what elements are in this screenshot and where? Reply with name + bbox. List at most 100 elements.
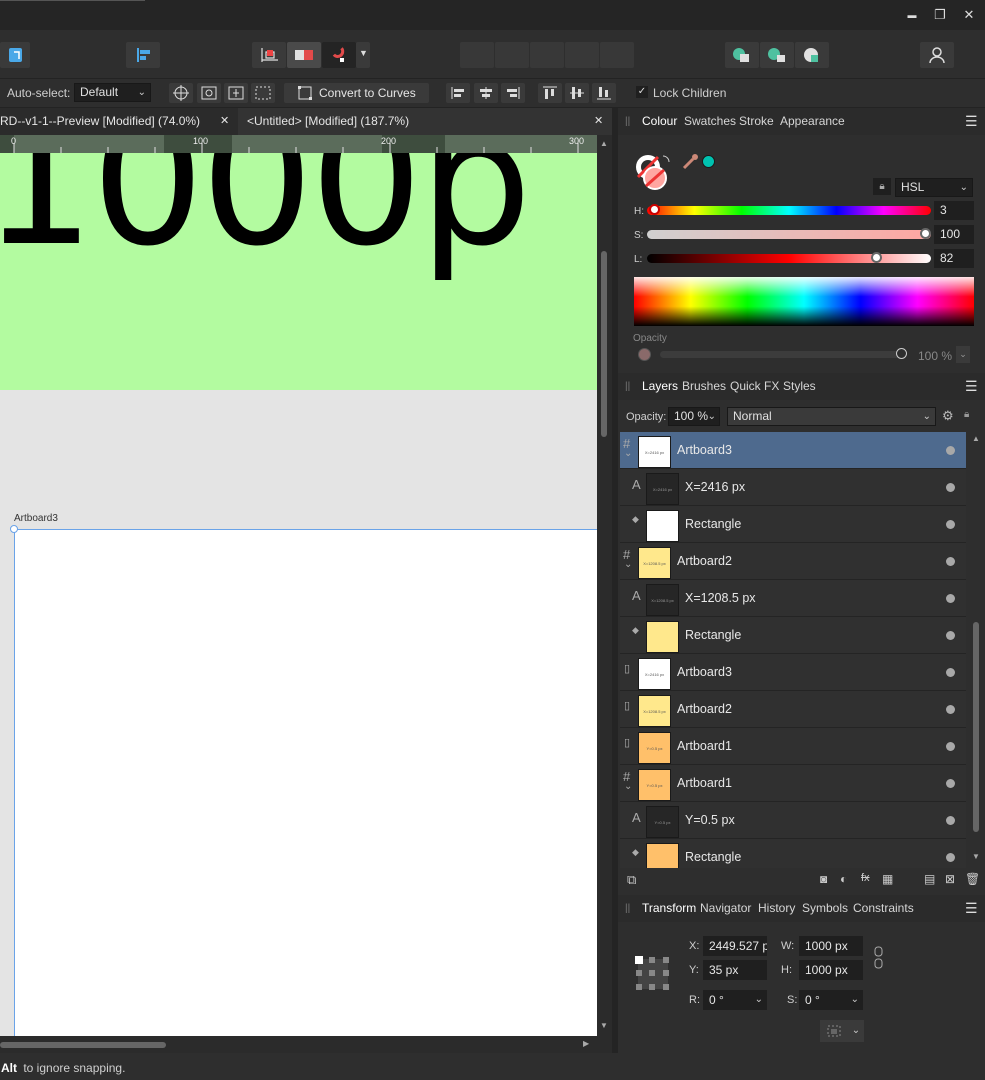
align-bottom-button[interactable]: [592, 83, 616, 103]
boolean-add-button[interactable]: [725, 42, 759, 68]
scroll-up-arrow[interactable]: ▲: [972, 434, 980, 443]
align-middle-button[interactable]: [565, 83, 589, 103]
horizontal-ruler[interactable]: 0 100 200 300: [0, 135, 597, 153]
panel-menu-icon[interactable]: ☰: [965, 378, 978, 395]
chevron-down-icon[interactable]: ⌄: [624, 448, 632, 459]
close-window-button[interactable]: ✕: [958, 6, 980, 24]
lock-icon[interactable]: 🔒︎: [873, 178, 891, 195]
y-position-field[interactable]: 35 px: [703, 960, 767, 980]
layer-row[interactable]: A X=1208.5 px X=1208.5 px: [620, 580, 966, 617]
lock-icon[interactable]: 🔒︎: [964, 409, 969, 420]
arrange-front-button[interactable]: [565, 42, 599, 68]
picked-colour-swatch[interactable]: [702, 155, 715, 168]
tab-brushes[interactable]: Brushes: [682, 379, 726, 393]
visibility-toggle[interactable]: [946, 816, 955, 825]
panel-grip-icon[interactable]: ||: [625, 116, 630, 127]
live-filter-icon[interactable]: ▦: [882, 872, 893, 886]
shape-layer-icon[interactable]: ◆: [632, 514, 639, 525]
rotation-field[interactable]: 0 ° ⌄: [703, 990, 767, 1010]
arrange-backward-button[interactable]: [495, 42, 529, 68]
show-bounding-box-button[interactable]: [197, 83, 221, 103]
opacity-dropdown[interactable]: ⌄: [956, 346, 970, 363]
tab-stroke[interactable]: Stroke: [739, 114, 774, 128]
shear-field[interactable]: 0 ° ⌄: [799, 990, 863, 1010]
convert-to-curves-button[interactable]: Convert to Curves: [284, 83, 429, 103]
tab-swatches[interactable]: Swatches: [684, 114, 736, 128]
horizontal-scrollbar[interactable]: ▶: [0, 1036, 597, 1053]
panel-menu-icon[interactable]: ☰: [965, 900, 978, 917]
tab-styles[interactable]: Styles: [783, 379, 816, 393]
hue-slider-knob[interactable]: [649, 204, 661, 215]
saturation-slider[interactable]: [647, 228, 931, 239]
layer-row[interactable]: ▯ Y=0.5 px Artboard1: [620, 728, 966, 765]
text-layer-icon[interactable]: A: [632, 477, 641, 492]
horizontal-scroll-thumb[interactable]: [0, 1042, 166, 1048]
add-layer-icon[interactable]: ▤: [924, 872, 935, 886]
colour-spectrum[interactable]: [634, 277, 974, 326]
visibility-toggle[interactable]: [946, 668, 955, 677]
show-alignment-handles-button[interactable]: [224, 83, 248, 103]
transform-options-button[interactable]: [820, 1020, 848, 1042]
scroll-down-arrow[interactable]: ▼: [972, 852, 980, 861]
snapping-options-dropdown[interactable]: ▼: [356, 42, 370, 68]
lightness-value-field[interactable]: 82: [934, 249, 974, 268]
shape-layer-icon[interactable]: ◆: [632, 625, 639, 636]
align-centre-button[interactable]: [474, 83, 498, 103]
align-panel-button[interactable]: [126, 42, 160, 68]
layer-opacity-dropdown[interactable]: 100 % ⌄: [668, 407, 720, 426]
persona-button[interactable]: [0, 42, 30, 68]
panel-menu-icon[interactable]: ☰: [965, 113, 978, 130]
artboard-page-icon[interactable]: ▯: [624, 699, 630, 712]
hue-value-field[interactable]: 3: [934, 201, 974, 220]
chevron-down-icon[interactable]: ⌄: [624, 559, 632, 570]
mask-layer-icon[interactable]: ◙: [820, 872, 827, 886]
layer-row[interactable]: # ⌄ X=2416 px Artboard3: [620, 432, 966, 469]
artboard-page-icon[interactable]: ▯: [624, 662, 630, 675]
artboard-name-label[interactable]: Artboard3: [14, 513, 58, 524]
artboard-green-region[interactable]: 1000p: [0, 153, 597, 390]
opacity-slider-knob[interactable]: [896, 348, 907, 359]
show-grid-handles-button[interactable]: [251, 83, 275, 103]
layer-row[interactable]: ▯ X=1208.5 px Artboard2: [620, 691, 966, 728]
width-field[interactable]: 1000 px: [799, 936, 863, 956]
align-left-button[interactable]: [446, 83, 470, 103]
tab-appearance[interactable]: Appearance: [780, 114, 845, 128]
artboard-page-icon[interactable]: ▯: [624, 736, 630, 749]
opacity-slider[interactable]: [660, 348, 907, 359]
tab-layers[interactable]: Layers: [642, 379, 678, 393]
arrange-more-button[interactable]: [600, 42, 634, 68]
visibility-toggle[interactable]: [946, 631, 955, 640]
boolean-intersect-button[interactable]: [795, 42, 829, 68]
artboard-handle[interactable]: [10, 525, 18, 533]
visibility-toggle[interactable]: [946, 853, 955, 862]
saturation-value-field[interactable]: 100: [934, 225, 974, 244]
arrange-back-button[interactable]: [460, 42, 494, 68]
tab-history[interactable]: History: [758, 901, 795, 915]
tab-quick-fx[interactable]: Quick FX: [730, 379, 779, 393]
blend-mode-dropdown[interactable]: Normal ⌄: [727, 407, 936, 426]
panel-grip-icon[interactable]: ||: [625, 381, 630, 392]
artboard3[interactable]: [14, 529, 597, 1036]
snapping-button[interactable]: [322, 42, 356, 68]
visibility-toggle[interactable]: [946, 705, 955, 714]
document-tab-untitled[interactable]: <Untitled> [Modified] (187.7%) ✕: [238, 108, 612, 135]
layer-row[interactable]: ◆ Rectangle: [620, 617, 966, 654]
document-tab-preview[interactable]: RD--v1-1--Preview [Modified] (74.0%) ✕: [0, 108, 238, 135]
gear-icon[interactable]: ⚙: [942, 408, 954, 424]
visibility-toggle[interactable]: [946, 520, 955, 529]
layer-row[interactable]: A Y=0.5 px Y=0.5 px: [620, 802, 966, 839]
close-tab-icon[interactable]: ✕: [220, 108, 229, 135]
vertical-scrollbar[interactable]: ▲ ▼: [597, 135, 612, 1036]
add-group-icon[interactable]: ⊠: [945, 872, 955, 886]
tab-colour[interactable]: Colour: [642, 114, 677, 128]
chevron-down-icon[interactable]: ⌄: [624, 781, 632, 792]
visibility-toggle[interactable]: [946, 446, 955, 455]
align-top-button[interactable]: [538, 83, 562, 103]
layer-row[interactable]: # ⌄ Y=0.5 px Artboard1: [620, 765, 966, 802]
visibility-toggle[interactable]: [946, 594, 955, 603]
visibility-toggle[interactable]: [946, 483, 955, 492]
visibility-toggle[interactable]: [946, 779, 955, 788]
delete-layer-icon[interactable]: 🗑︎: [965, 872, 980, 886]
x-position-field[interactable]: 2449.527 px: [703, 936, 767, 956]
tab-constraints[interactable]: Constraints: [853, 901, 914, 915]
